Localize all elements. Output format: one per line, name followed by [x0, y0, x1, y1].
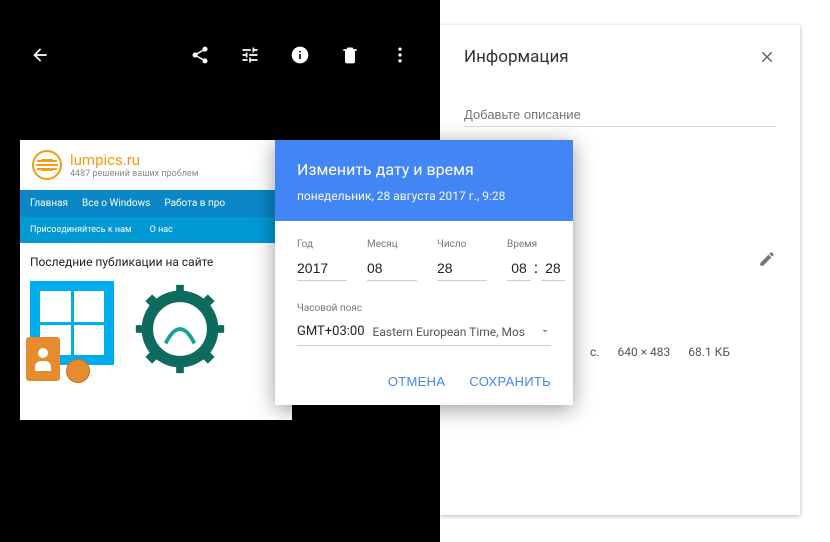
label-month: Месяц — [367, 239, 417, 250]
share-icon[interactable] — [190, 45, 210, 65]
chevron-down-icon — [539, 322, 551, 341]
photo-nav-secondary: Присоединяйтесь к нам О нас — [20, 217, 292, 243]
info-panel-title: Информация — [464, 47, 569, 67]
ball-icon — [66, 359, 90, 383]
nav-item: Главная — [30, 198, 68, 209]
photo-nav-primary: Главная Все о Windows Работа в про — [20, 190, 292, 217]
edit-icon[interactable] — [758, 253, 776, 272]
dialog-title: Изменить дату и время — [297, 160, 551, 179]
meta-suffix: с. — [590, 345, 599, 359]
label-day: Число — [437, 239, 487, 250]
tune-icon[interactable] — [240, 45, 260, 65]
nav-item: Работа в про — [164, 198, 225, 209]
nav-item: О нас — [150, 225, 173, 235]
day-input[interactable] — [437, 258, 487, 281]
save-button[interactable]: СОХРАНИТЬ — [469, 374, 551, 389]
timezone-offset: GMT+03:00 — [297, 324, 365, 339]
nav-item: Все о Windows — [82, 198, 150, 209]
nav-item: Присоединяйтесь к нам — [30, 225, 132, 235]
image-metadata: с. 640 × 483 68.1 КБ — [590, 345, 730, 359]
gear-icon — [132, 281, 228, 377]
label-time: Время — [507, 239, 577, 250]
more-icon[interactable] — [390, 45, 410, 65]
user-badge-icon — [26, 337, 60, 381]
photo-thumbnail: lumpics.ru 4487 решений ваших проблем Гл… — [20, 140, 292, 420]
label-timezone: Часовой пояс — [297, 303, 551, 314]
description-input[interactable] — [464, 103, 776, 127]
month-input[interactable] — [367, 258, 417, 281]
dialog-subtitle: понедельник, 28 августа 2017 г., 9:28 — [297, 189, 551, 203]
timezone-select[interactable]: GMT+03:00 Eastern European Time, Mos — [297, 322, 551, 346]
site-logo-icon — [32, 150, 62, 180]
back-icon[interactable] — [30, 45, 50, 65]
year-input[interactable] — [297, 258, 347, 281]
meta-filesize: 68.1 КБ — [688, 345, 730, 359]
delete-icon[interactable] — [340, 45, 360, 65]
hour-input[interactable] — [507, 258, 531, 281]
close-icon[interactable] — [758, 48, 776, 66]
info-icon[interactable] — [290, 45, 310, 65]
datetime-dialog: Изменить дату и время понедельник, 28 ав… — [275, 140, 573, 405]
site-name: lumpics.ru — [70, 151, 198, 169]
meta-dimensions: 640 × 483 — [617, 345, 670, 359]
photo-section-title: Последние публикации на сайте — [20, 243, 292, 277]
cancel-button[interactable]: ОТМЕНА — [388, 374, 445, 389]
timezone-name: Eastern European Time, Mos — [373, 325, 531, 339]
minute-input[interactable] — [541, 258, 565, 281]
site-subtitle: 4487 решений ваших проблем — [70, 169, 198, 179]
viewer-toolbar — [0, 0, 440, 110]
label-year: Год — [297, 239, 347, 250]
